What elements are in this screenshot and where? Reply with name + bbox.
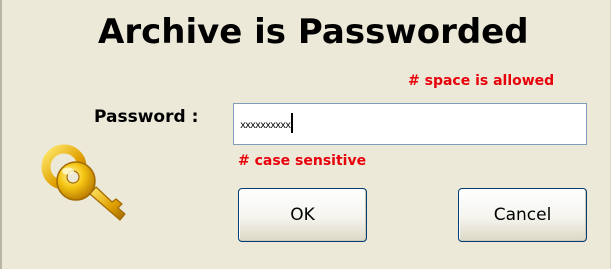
password-value-row: xxxxxxxxxx — [240, 113, 294, 135]
case-sensitive-hint: # case sensitive — [238, 153, 367, 169]
dialog-title: Archive is Passworded — [98, 12, 529, 52]
ok-button[interactable]: OK — [238, 188, 367, 242]
password-input[interactable]: xxxxxxxxxx — [233, 103, 587, 145]
password-dialog: Archive is Passworded # space is allowed… — [0, 0, 611, 269]
text-caret — [291, 113, 294, 133]
keys-icon — [41, 144, 126, 221]
space-allowed-hint: # space is allowed — [408, 73, 555, 89]
cancel-button[interactable]: Cancel — [458, 188, 587, 242]
password-value: xxxxxxxxxx — [240, 120, 291, 131]
password-label: Password : — [94, 107, 199, 127]
